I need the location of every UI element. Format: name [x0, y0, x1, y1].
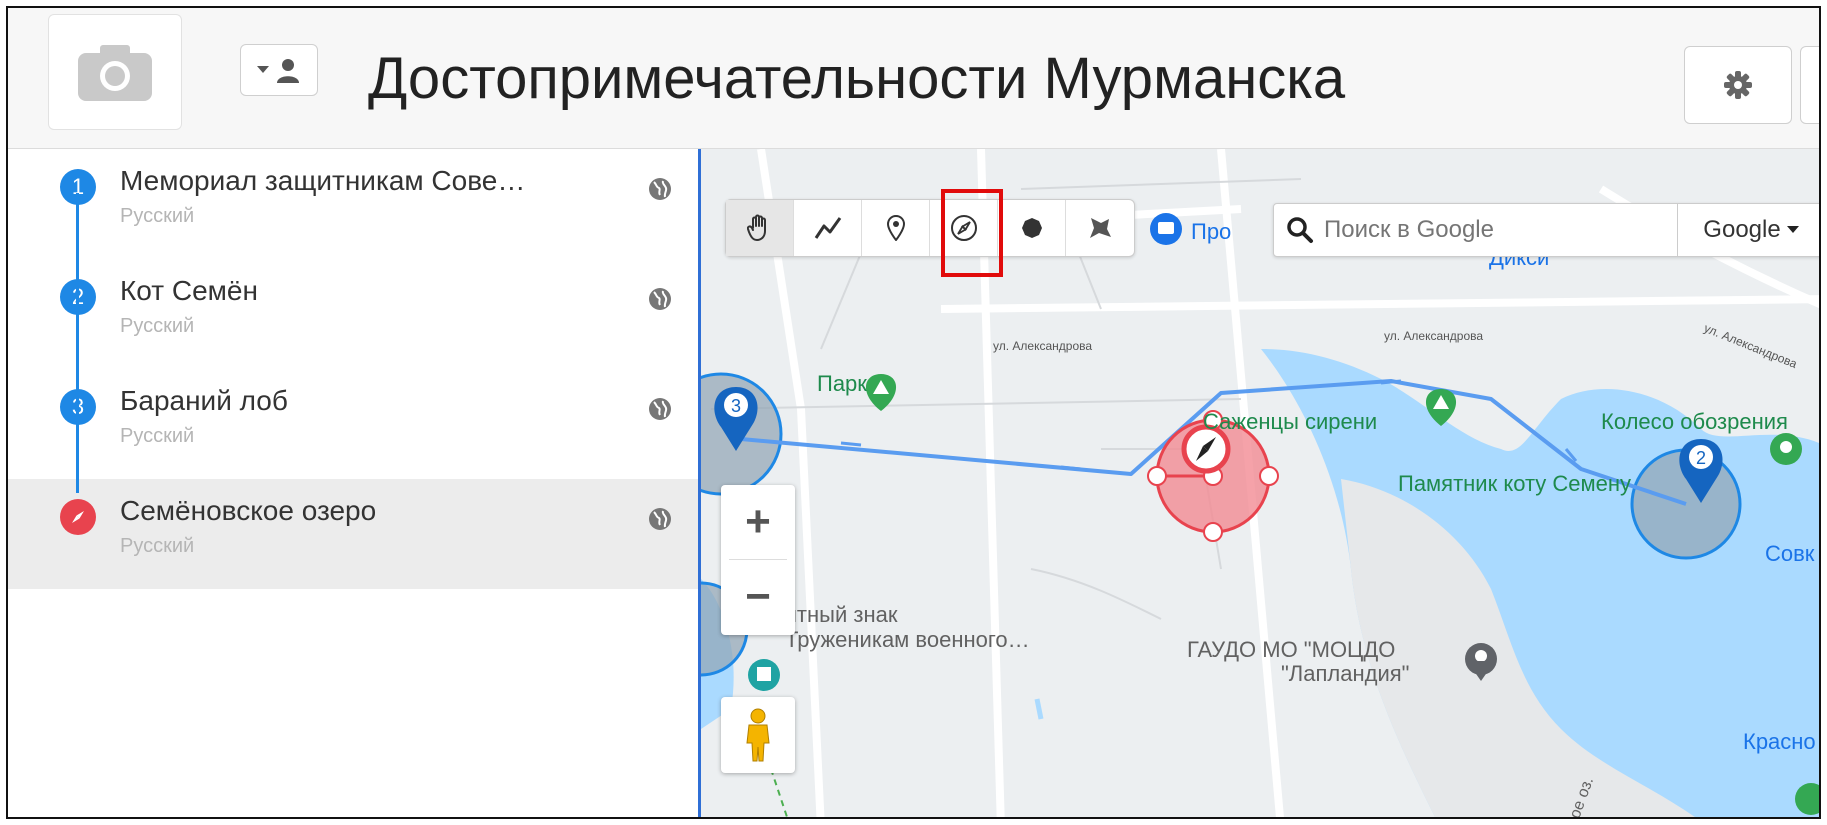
globe-icon[interactable] — [648, 287, 672, 311]
map-label-street: ул. Александрова — [993, 339, 1093, 353]
compass-icon — [72, 511, 84, 523]
place-language: Русский — [120, 425, 195, 447]
circle-icon — [1021, 218, 1042, 238]
map-label-gaudo-2: "Лапландия" — [1281, 661, 1410, 686]
search-icon — [1287, 217, 1313, 243]
places-sidebar: 1 Мемориал защитникам Сове… Русский 2 Ко… — [8, 149, 701, 817]
caret-down-icon — [1786, 226, 1799, 233]
place-title: Кот Семён — [120, 275, 258, 306]
tool-shape[interactable] — [998, 200, 1066, 256]
more-button[interactable] — [1800, 46, 1819, 124]
app-window: Достопримечательности Мурманска 1 Мемори… — [6, 6, 1821, 819]
caret-down-icon — [257, 66, 269, 73]
map-label-cat-monument: Памятник коту Семену — [1398, 471, 1632, 496]
user-dropdown-button[interactable] — [240, 44, 318, 96]
tool-polyline[interactable] — [794, 200, 862, 256]
search-input[interactable] — [1322, 215, 1677, 245]
map-canvas[interactable]: 3 2 Парк Саженцы сирени Колесо обозрения… — [701, 149, 1819, 817]
user-icon — [277, 59, 299, 83]
map-label-pro: Про — [1191, 219, 1232, 244]
list-item[interactable]: 3 Бараний лоб Русский — [8, 369, 698, 479]
zoom-in-button[interactable]: + — [721, 485, 795, 559]
highlight-box — [941, 189, 1003, 277]
map-label-wheel: Колесо обозрения — [1601, 409, 1788, 434]
tool-marker[interactable] — [862, 200, 930, 256]
map-label-krasno: Красно — [1743, 729, 1816, 754]
map-label-sovk: Совк — [1765, 541, 1815, 566]
place-title: Бараний лоб — [120, 385, 288, 416]
tool-pan[interactable] — [726, 200, 794, 256]
settings-button[interactable] — [1684, 46, 1792, 124]
pin-icon — [886, 215, 905, 241]
pegman-icon — [746, 708, 770, 762]
tool-polygon[interactable] — [1066, 200, 1134, 256]
search-engine-label: Google — [1703, 216, 1781, 243]
list-item-active[interactable]: Семёновское озеро Русский — [8, 479, 698, 589]
map-label-gaudo-1: ГАУДО МО "МОЦДО — [1187, 637, 1396, 662]
map-label-park: Парк — [817, 371, 867, 396]
place-title: Семёновское озеро — [120, 495, 377, 526]
camera-icon — [78, 45, 152, 101]
globe-icon[interactable] — [648, 507, 672, 531]
drawing-toolbar — [725, 199, 1135, 257]
polygon-icon — [1090, 218, 1111, 238]
map-label-street: ул. Александрова — [1384, 329, 1484, 343]
header: Достопримечательности Мурманска — [8, 8, 1819, 149]
google-search-box: Google — [1273, 203, 1819, 257]
street-view-button[interactable] — [721, 697, 795, 773]
route-line — [76, 193, 79, 493]
gear-icon — [1724, 71, 1752, 99]
map-label-sign-2: Труженикам военного… — [785, 627, 1030, 652]
polyline-icon — [814, 217, 841, 239]
place-language: Русский — [120, 315, 195, 337]
hand-icon — [746, 214, 766, 241]
place-title: Мемориал защитникам Сове… — [120, 165, 526, 196]
map-label-sign-1: ятный знак — [785, 602, 898, 627]
svg-text:3: 3 — [731, 396, 741, 416]
search-engine-dropdown[interactable]: Google — [1677, 204, 1819, 256]
zoom-out-button[interactable]: − — [721, 560, 795, 634]
list-item[interactable]: 1 Мемориал защитникам Сове… Русский — [8, 149, 698, 259]
page-title: Достопримечательности Мурманска — [368, 46, 1346, 111]
globe-icon[interactable] — [648, 397, 672, 421]
list-item[interactable]: 2 Кот Семён Русский — [8, 259, 698, 369]
compass-marker — [60, 499, 96, 535]
place-language: Русский — [120, 535, 195, 557]
zoom-control: + − — [721, 485, 795, 635]
place-language: Русский — [120, 205, 195, 227]
map-label-lilac: Саженцы сирени — [1203, 409, 1378, 434]
svg-text:2: 2 — [1696, 448, 1706, 468]
cover-photo-button[interactable] — [48, 14, 182, 130]
globe-icon[interactable] — [648, 177, 672, 201]
